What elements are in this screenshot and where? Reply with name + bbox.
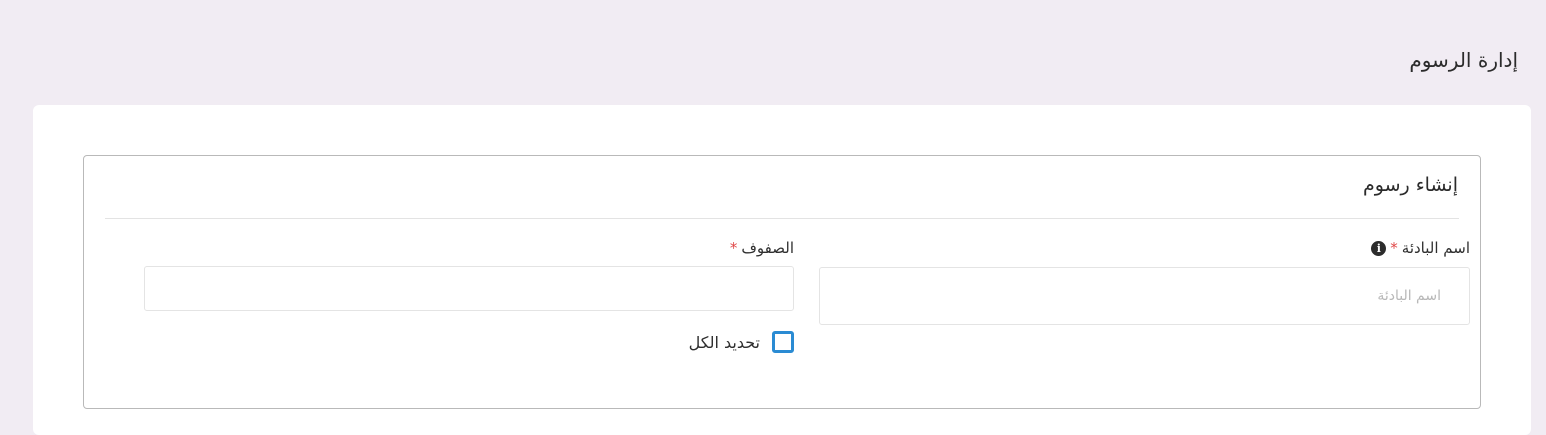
panel-title: إنشاء رسوم	[1363, 174, 1458, 196]
create-fees-panel: إنشاء رسوم اسم البادئة * i الصفوف * تحدي…	[83, 155, 1481, 409]
select-all-toggle[interactable]: تحديد الكل	[689, 331, 794, 353]
required-star: *	[1390, 239, 1398, 257]
info-icon[interactable]: i	[1371, 240, 1387, 256]
rows-input[interactable]	[144, 266, 794, 311]
content-card: إنشاء رسوم اسم البادئة * i الصفوف * تحدي…	[33, 105, 1531, 435]
select-all-label: تحديد الكل	[688, 332, 760, 352]
rows-label: الصفوف *	[730, 239, 794, 257]
page-title: إدارة الرسوم	[1409, 48, 1518, 72]
rows-label-text: الصفوف	[741, 239, 794, 257]
prefix-name-input[interactable]	[819, 267, 1470, 325]
panel-divider	[105, 218, 1459, 219]
prefix-name-label: اسم البادئة * i	[1369, 239, 1470, 257]
required-star: *	[729, 239, 738, 257]
select-all-checkbox[interactable]	[772, 331, 794, 353]
prefix-name-label-text: اسم البادئة	[1401, 239, 1470, 257]
